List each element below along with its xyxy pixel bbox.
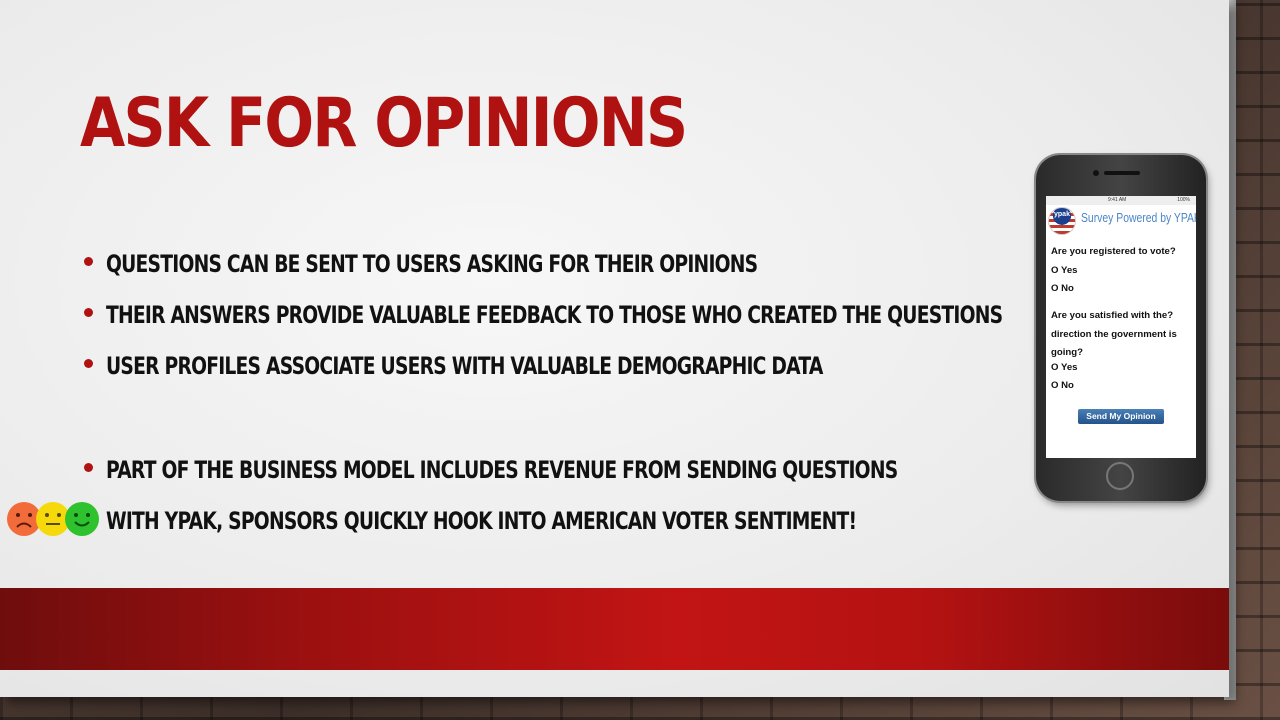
bullet-text: Questions can be sent to users asking fo…: [106, 250, 758, 278]
bullet-item: User profiles associate users with valua…: [84, 352, 1025, 380]
sentiment-faces: [6, 501, 102, 539]
happy-face-icon: [65, 502, 99, 536]
bullet-text: Part of the business model includes reve…: [106, 456, 898, 484]
send-opinion-button[interactable]: Send My Opinion: [1078, 409, 1164, 424]
question-2: Are you satisfied with the? direction th…: [1051, 307, 1177, 363]
q1-option-yes[interactable]: O Yes: [1051, 265, 1078, 276]
survey-header: ypak Survey Powered by YPAK: [1046, 205, 1196, 235]
question-1: Are you registered to vote?: [1051, 246, 1176, 257]
phone-speaker: [1104, 171, 1140, 175]
status-time: 9:41 AM: [1108, 197, 1127, 203]
bullet-dot-icon: [84, 308, 93, 317]
bullet-item: Part of the business model includes reve…: [84, 456, 1121, 484]
phone-mockup: 9:41 AM 100% ypak Survey Powered by YPAK…: [1036, 155, 1206, 501]
bullet-dot-icon: [84, 359, 93, 368]
survey-title: Survey Powered by YPAK: [1081, 210, 1196, 225]
bullet-text: With YPAK, sponsors quickly hook into Am…: [106, 507, 857, 535]
q2-option-no[interactable]: O No: [1051, 380, 1074, 391]
bullet-item: With YPAK, sponsors quickly hook into Am…: [84, 507, 1068, 535]
slide-title: Ask for Opinions: [80, 84, 688, 163]
bullet-dot-icon: [84, 463, 93, 472]
question-2-line: direction the government is: [1051, 328, 1177, 340]
question-2-line: going?: [1051, 347, 1083, 358]
q1-option-no[interactable]: O No: [1051, 283, 1074, 294]
status-bar: 9:41 AM 100%: [1046, 196, 1196, 205]
phone-home-button: [1106, 462, 1134, 490]
bullet-text: Their answers provide valuable feedback …: [106, 301, 1003, 329]
bullet-text: User profiles associate users with valua…: [106, 352, 823, 380]
bullet-dot-icon: [84, 257, 93, 266]
q2-option-yes[interactable]: O Yes: [1051, 362, 1078, 373]
red-footer-band: [0, 588, 1229, 670]
bullet-item: Questions can be sent to users asking fo…: [84, 250, 941, 278]
phone-screen: 9:41 AM 100% ypak Survey Powered by YPAK…: [1046, 196, 1196, 458]
ypak-logo: ypak: [1048, 207, 1076, 235]
phone-camera: [1093, 170, 1099, 176]
question-2-line: Are you satisfied with the?: [1051, 310, 1174, 321]
status-battery: 100%: [1177, 197, 1190, 203]
